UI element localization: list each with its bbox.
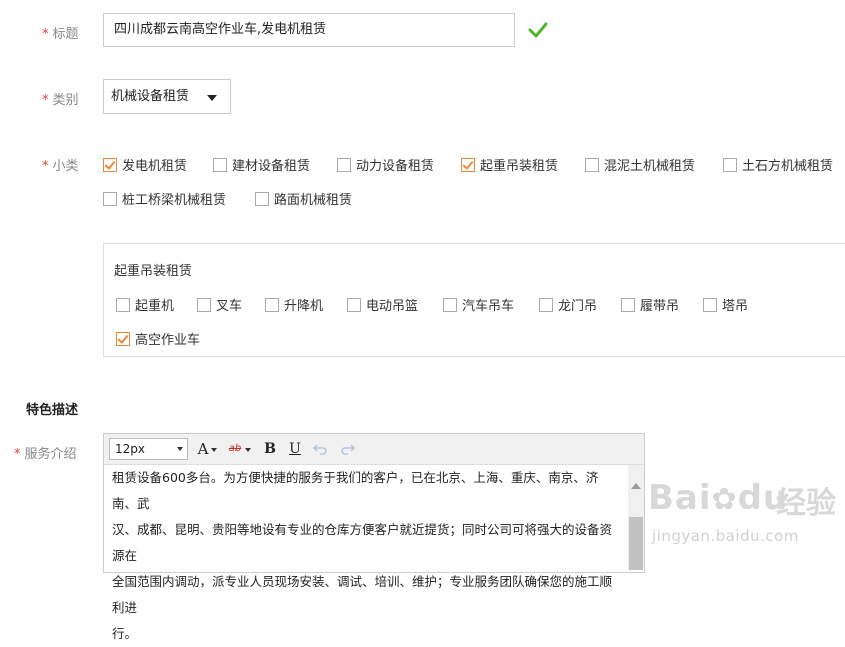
sub-option-checkbox[interactable]: 汽车吊车: [443, 295, 514, 314]
section-title: 特色描述: [26, 403, 79, 418]
checkbox-icon[interactable]: [703, 297, 717, 312]
sub-option-panel: 起重吊装租赁 起重机 叉车 升降机 电动吊篮 汽车吊车 龙门吊 履带吊 塔吊 高…: [103, 243, 845, 357]
content-line: 汉、成都、昆明、贵阳等地设有专业的仓库方便客户就近提货；同时公司可将强大的设备资…: [112, 522, 613, 563]
title-input[interactable]: 四川成都云南高空作业车,发电机租赁: [103, 13, 515, 47]
checkbox-icon[interactable]: [621, 297, 635, 312]
watermark-cn: 经验: [776, 486, 836, 521]
checkbox-icon[interactable]: [213, 157, 227, 172]
subcategory-checkbox[interactable]: 土石方机械租赁: [723, 155, 833, 174]
subcategory-checkbox[interactable]: 路面机械租赁: [255, 189, 352, 208]
scrollbar-thumb[interactable]: [629, 517, 643, 570]
content-line: 行。: [112, 626, 138, 641]
subcategory-checkbox[interactable]: 起重吊装租赁: [461, 155, 558, 174]
font-size-select[interactable]: 12px: [109, 438, 188, 460]
checkbox-icon[interactable]: [265, 297, 279, 312]
scroll-up-arrow-icon[interactable]: [631, 483, 641, 489]
sub-panel-title: 起重吊装租赁: [114, 264, 193, 279]
editor-scrollbar[interactable]: [628, 465, 644, 570]
caret-down-icon: [207, 95, 217, 101]
subcategory-checkbox[interactable]: 混泥土机械租赁: [585, 155, 695, 174]
sub-option-checkbox[interactable]: 履带吊: [621, 295, 679, 314]
valid-check-icon: [528, 22, 548, 38]
required-mark: *: [42, 93, 49, 108]
paw-icon: ✿: [711, 482, 738, 517]
subcategory-checkbox[interactable]: 桩工桥梁机械租赁: [103, 189, 226, 208]
required-mark: *: [42, 159, 49, 174]
watermark-logo: Bai✿du: [648, 478, 789, 518]
subcategory-checkbox[interactable]: 动力设备租赁: [337, 155, 434, 174]
checkbox-icon[interactable]: [116, 297, 130, 312]
title-label: * 标题: [42, 27, 79, 42]
rich-text-editor[interactable]: 12px A ab B U 租赁设备600多台。为方便快捷的服务于我们的客户，已…: [103, 433, 645, 641]
sub-option-checkbox[interactable]: 叉车: [197, 295, 242, 314]
checkbox-icon[interactable]: [197, 297, 211, 312]
sub-option-checkbox[interactable]: 塔吊: [703, 295, 748, 314]
sub-option-checkbox[interactable]: 电动吊篮: [347, 295, 418, 314]
category-select-value: 机械设备租赁: [111, 89, 190, 104]
subcategory-checkbox[interactable]: 建材设备租赁: [213, 155, 310, 174]
undo-icon[interactable]: [313, 442, 328, 456]
checkbox-icon[interactable]: [103, 191, 117, 206]
checkbox-icon[interactable]: [347, 297, 361, 312]
highlight-icon[interactable]: ab: [226, 439, 251, 459]
caret-down-icon: [177, 447, 183, 451]
subcategory-label: * 小类: [42, 159, 79, 174]
checkbox-icon[interactable]: [443, 297, 457, 312]
sub-option-checkbox[interactable]: 起重机: [116, 295, 174, 314]
redo-icon[interactable]: [340, 442, 355, 456]
checkbox-checked-icon[interactable]: [103, 157, 117, 172]
category-label: * 类别: [42, 93, 79, 108]
sub-option-checkbox[interactable]: 龙门吊: [539, 295, 597, 314]
checkbox-icon[interactable]: [255, 191, 269, 206]
sub-option-checkbox[interactable]: 升降机: [265, 295, 323, 314]
required-mark: *: [14, 447, 21, 462]
editor-content[interactable]: 租赁设备600多台。为方便快捷的服务于我们的客户，已在北京、上海、重庆、南京、济…: [112, 465, 620, 647]
category-select[interactable]: 机械设备租赁: [103, 79, 231, 114]
sub-option-checkbox[interactable]: 高空作业车: [116, 329, 200, 348]
underline-button[interactable]: U: [288, 439, 302, 459]
bold-button[interactable]: B: [263, 439, 277, 459]
editor-toolbar: 12px A ab B U: [104, 434, 644, 465]
watermark-url: jingyan.baidu.com: [652, 527, 799, 545]
service-label: * 服务介绍: [14, 447, 77, 462]
checkbox-checked-icon[interactable]: [116, 331, 130, 346]
content-line: 全国范围内调动，派专业人员现场安装、调试、培训、维护；专业服务团队确保您的施工顺…: [112, 574, 613, 615]
font-color-icon[interactable]: A: [196, 439, 217, 459]
checkbox-checked-icon[interactable]: [461, 157, 475, 172]
baidu-watermark: Bai✿du 经验 jingyan.baidu.com: [648, 478, 845, 568]
checkbox-icon[interactable]: [539, 297, 553, 312]
checkbox-icon[interactable]: [337, 157, 351, 172]
checkbox-icon[interactable]: [585, 157, 599, 172]
required-mark: *: [42, 27, 49, 42]
content-line: 租赁设备600多台。为方便快捷的服务于我们的客户，已在北京、上海、重庆、南京、济…: [112, 470, 599, 511]
subcategory-checkbox[interactable]: 发电机租赁: [103, 155, 187, 174]
checkbox-icon[interactable]: [723, 157, 737, 172]
